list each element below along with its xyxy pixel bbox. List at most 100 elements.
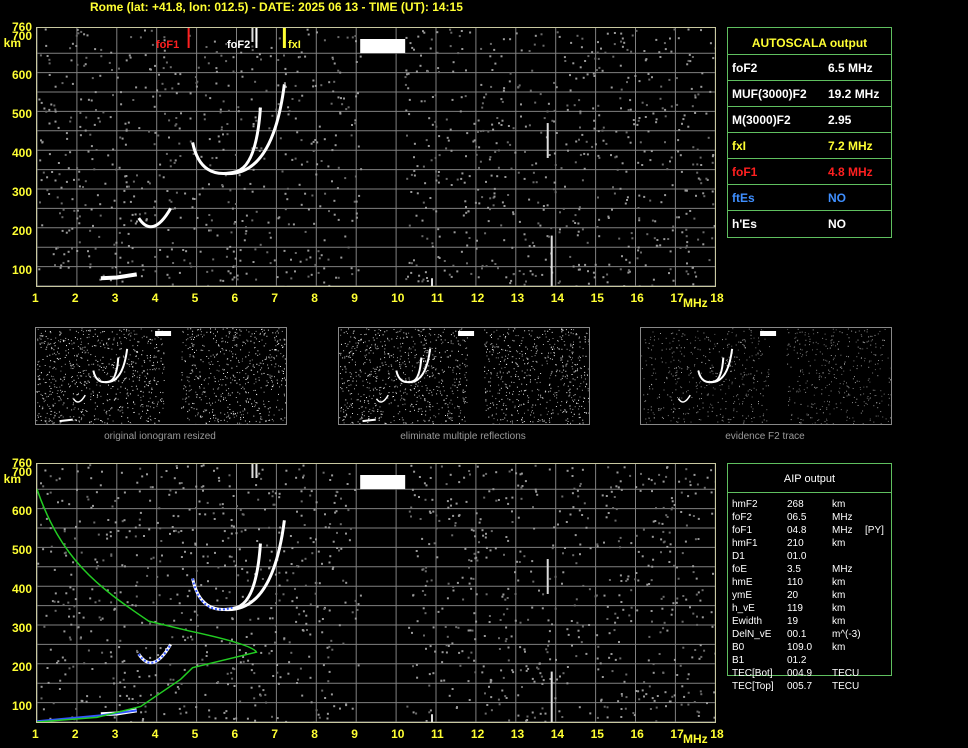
- aip-value: 19: [787, 616, 799, 627]
- aip-value: 01.0: [787, 551, 807, 562]
- x-tick-label: 5: [191, 291, 199, 305]
- y-tick-label: 400: [11, 582, 32, 596]
- x-tick-label: 7: [271, 291, 279, 305]
- aip-value: 268: [787, 499, 804, 510]
- autoscala-key: ftEs: [732, 191, 755, 205]
- x-tick-label: 9: [351, 727, 358, 741]
- x-tick-label: 12: [470, 727, 485, 741]
- thumbnail-evidence-f2: [640, 327, 892, 425]
- trace-e-layer: [100, 272, 138, 281]
- aip-f2-trace: [191, 578, 233, 611]
- aip-key: hmF1: [732, 538, 758, 549]
- y-tick-label: 600: [11, 504, 32, 518]
- x-tick-label: 17: [670, 727, 684, 741]
- aip-key: foF2: [732, 512, 753, 523]
- autoscala-value: 4.8 MHz: [828, 165, 873, 179]
- aip-unit: km: [832, 499, 846, 510]
- aip-value: 3.5: [787, 564, 801, 575]
- thumb-f1-trace: [375, 394, 389, 403]
- y-tick-label: 100: [11, 699, 32, 713]
- fof2-marker-label: foF2: [227, 39, 251, 51]
- autoscala-value: 7.2 MHz: [828, 139, 873, 153]
- thumbnail-caption-eliminate: eliminate multiple reflections: [400, 431, 526, 442]
- x-tick-label: 18: [710, 291, 724, 305]
- y-unit-label: km: [3, 36, 21, 50]
- aip-key: ymE: [732, 590, 752, 601]
- aip-extra: [PY]: [865, 525, 884, 536]
- autoscala-output-title: AUTOSCALA output: [751, 36, 868, 50]
- autoscala-key: h'Es: [732, 217, 757, 231]
- thumb-noise: [36, 328, 287, 425]
- aip-key: hmE: [732, 577, 753, 588]
- aip-key: hmF2: [732, 499, 758, 510]
- trace-f2-ordinary: [191, 543, 262, 611]
- x-tick-label: 8: [311, 727, 318, 741]
- aip-key: B0: [732, 642, 745, 653]
- aip-value: 06.5: [787, 512, 807, 523]
- thumb-e-trace: [362, 418, 376, 423]
- y-unit-label: km: [3, 472, 21, 486]
- aip-key: foF1: [732, 525, 753, 536]
- aip-unit: MHz: [832, 512, 853, 523]
- aip-unit: km: [832, 590, 846, 601]
- thumb-f2x-trace: [408, 348, 432, 384]
- x-tick-label: 12: [470, 291, 485, 305]
- autoscala-row: M(3000)F2 2.95: [728, 106, 891, 132]
- y-tick-label: 300: [11, 185, 32, 199]
- x-tick-label: 3: [111, 291, 119, 305]
- aip-key: B1: [732, 655, 745, 666]
- aip-output-title: AIP output: [783, 473, 836, 485]
- trace-f2-extraordinary: [224, 84, 286, 175]
- aip-key: Ewidth: [732, 616, 763, 627]
- autoscala-key: foF1: [732, 165, 758, 179]
- x-tick-label: 9: [351, 291, 358, 305]
- y-tick-label: 600: [11, 68, 32, 82]
- autoscala-value: 2.95: [828, 113, 852, 127]
- aip-key: TEC[Top]: [732, 681, 774, 692]
- x-tick-label: 10: [391, 291, 405, 305]
- y-tick-label: 100: [11, 263, 32, 277]
- autoscala-row: foF1 4.8 MHz: [728, 158, 891, 184]
- x-tick-label: 16: [630, 291, 644, 305]
- y-tick-label: 300: [11, 621, 32, 635]
- aip-e-trace: [37, 709, 137, 722]
- aip-unit: m^(-3): [832, 629, 861, 640]
- x-tick-label: 13: [510, 291, 525, 305]
- aip-unit: TECU: [832, 668, 860, 679]
- x-tick-label: 1: [32, 727, 39, 741]
- autoscala-value: NO: [828, 191, 846, 205]
- y-tick-label: 400: [11, 146, 32, 160]
- aip-key: DelN_vE: [732, 629, 772, 640]
- aip-value: 004.9: [787, 668, 813, 679]
- autoscala-key: foF2: [732, 61, 758, 75]
- x-unit-label: MHz: [683, 296, 708, 310]
- thumbnail-caption-original: original ionogram resized: [104, 431, 216, 442]
- x-tick-label: 13: [510, 727, 525, 741]
- ionogram-plot-top: [36, 27, 716, 287]
- aip-unit: km: [832, 642, 846, 653]
- ionogram-canvas-top: [37, 28, 715, 286]
- thumbnail-caption-evidence: evidence F2 trace: [725, 431, 805, 442]
- x-tick-label: 5: [191, 727, 199, 741]
- y-tick-label: 200: [11, 224, 32, 238]
- thumb-f1-trace: [72, 394, 86, 403]
- aip-key: TEC[Bot]: [732, 668, 773, 679]
- x-tick-label: 4: [151, 291, 159, 305]
- aip-unit: TECU: [832, 681, 860, 692]
- autoscala-row: fxI 7.2 MHz: [728, 132, 891, 158]
- thumb-noise: [339, 328, 590, 425]
- x-tick-label: 3: [111, 727, 119, 741]
- aip-unit: MHz: [832, 564, 853, 575]
- thumbnail-eliminate-multiple: [338, 327, 590, 425]
- aip-unit: km: [832, 577, 846, 588]
- aip-key: foE: [732, 564, 748, 575]
- x-tick-label: 16: [630, 727, 644, 741]
- x-tick-label: 17: [670, 291, 684, 305]
- aip-value: 00.1: [787, 629, 807, 640]
- x-tick-label: 15: [590, 291, 604, 305]
- aip-unit: km: [832, 538, 846, 549]
- autoscala-value: 19.2 MHz: [828, 87, 880, 101]
- ionogram-header: Rome (lat: +41.8, lon: 012.5) - DATE: 20…: [90, 0, 463, 14]
- autoscala-row: foF2 6.5 MHz: [728, 54, 891, 80]
- x-tick-label: 14: [550, 727, 565, 741]
